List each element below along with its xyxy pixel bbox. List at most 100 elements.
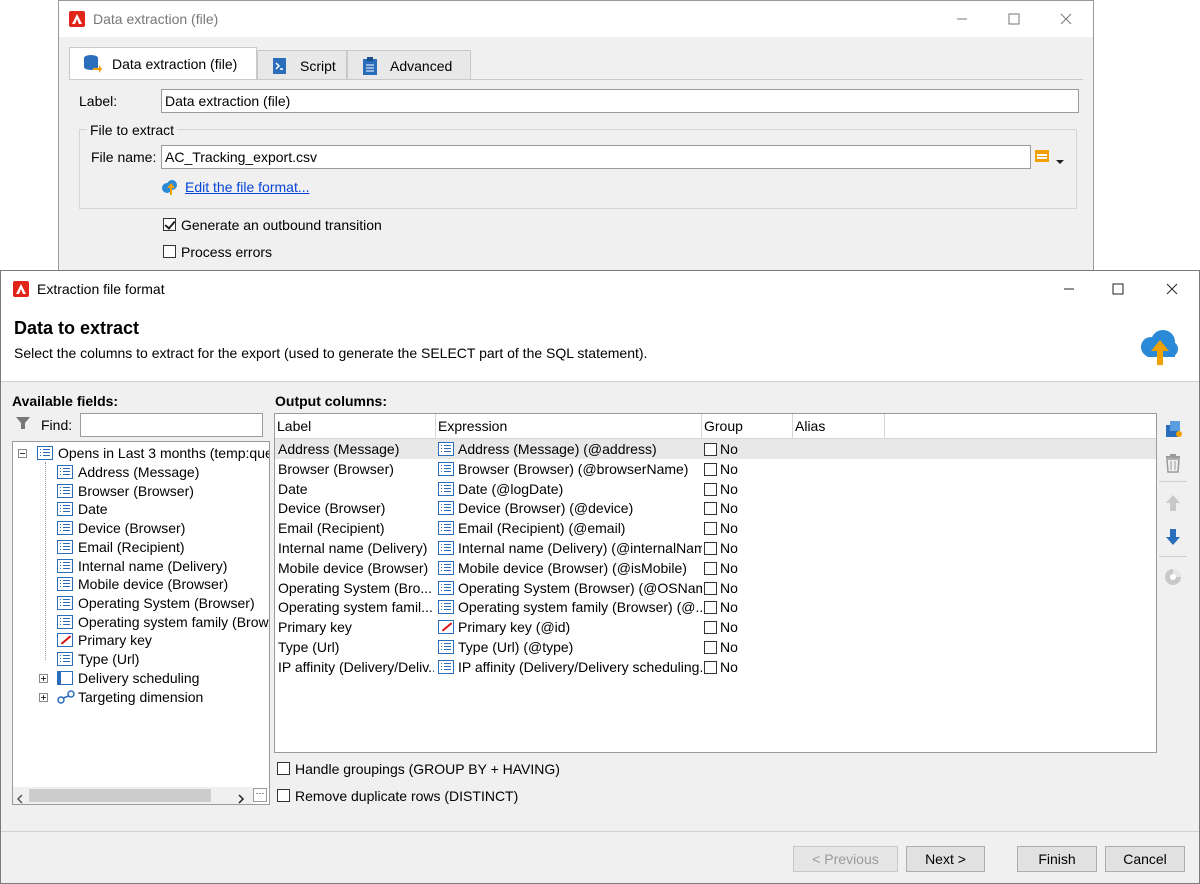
tree-field[interactable]: Operating system family (Brow — [57, 614, 269, 632]
table-row[interactable]: Internal name (Delivery) Internal name (D… — [275, 538, 1156, 558]
distribution-icon[interactable] — [1161, 565, 1185, 589]
cell-expression: Primary key (@id) — [458, 619, 571, 636]
table-row[interactable]: Device (Browser) Device (Browser) (@devic… — [275, 498, 1156, 518]
more-options-icon[interactable]: ··· — [253, 788, 267, 802]
close-button[interactable] — [1043, 1, 1089, 37]
tree-link-label: Targeting dimension — [78, 689, 204, 705]
group-checkbox[interactable] — [704, 482, 717, 496]
file-name-caption: File name: — [91, 149, 157, 165]
tab-script[interactable]: Script — [257, 50, 347, 80]
remove-duplicates-checkbox[interactable] — [277, 789, 290, 802]
tree-link-label: Delivery scheduling — [78, 670, 200, 686]
tree-field[interactable]: Email (Recipient) — [57, 539, 185, 557]
table-row[interactable]: Email (Recipient) Email (Recipient) (@ema… — [275, 518, 1156, 538]
column-header-alias[interactable]: Alias — [795, 418, 825, 434]
group-checkbox[interactable] — [704, 660, 717, 674]
tree-field[interactable]: Type (Url) — [57, 651, 139, 669]
tree-field[interactable]: Operating System (Browser) — [57, 595, 255, 613]
minimize-button[interactable] — [1046, 271, 1092, 307]
horizontal-scrollbar[interactable] — [13, 787, 253, 804]
tree-field[interactable]: Internal name (Delivery) — [57, 558, 227, 576]
tree-field-label: Date — [78, 501, 108, 517]
scroll-right-icon[interactable] — [237, 791, 245, 804]
list-icon — [57, 521, 73, 535]
expand-toggle[interactable] — [39, 674, 48, 683]
cancel-button[interactable]: Cancel — [1105, 846, 1185, 872]
edit-file-format-link[interactable]: Edit the file format... — [185, 179, 310, 195]
cell-label: Internal name (Delivery) — [278, 540, 428, 556]
list-icon — [438, 659, 454, 674]
group-checkbox[interactable] — [704, 621, 717, 635]
file-name-input[interactable]: AC_Tracking_export.csv — [161, 145, 1031, 169]
tab-label: Script — [300, 57, 336, 74]
scroll-left-icon[interactable] — [16, 791, 24, 804]
adobe-app-icon — [13, 281, 29, 297]
table-row[interactable]: Operating system famil... Operating syste… — [275, 597, 1156, 617]
tree-link[interactable]: Delivery scheduling — [57, 670, 199, 688]
cell-group: No — [720, 480, 738, 497]
group-checkbox[interactable] — [704, 601, 717, 615]
maximize-button[interactable] — [1095, 271, 1141, 307]
tree-field-label: Browser (Browser) — [78, 483, 194, 499]
tab-advanced[interactable]: Advanced — [347, 50, 471, 80]
table-row[interactable]: Type (Url) Type (Url) (@type) No — [275, 637, 1156, 657]
cell-expression: Mobile device (Browser) (@isMobile) — [458, 559, 687, 576]
list-icon — [438, 580, 454, 595]
add-column-icon[interactable] — [1161, 417, 1185, 441]
table-row[interactable]: IP affinity (Delivery/Deliv... IP affinit… — [275, 657, 1156, 677]
expand-toggle[interactable] — [39, 693, 48, 702]
tab-data-extraction[interactable]: Data extraction (file) — [69, 47, 257, 80]
group-checkbox[interactable] — [704, 542, 717, 555]
footer-divider — [1, 831, 1199, 832]
finish-button[interactable]: Finish — [1017, 846, 1097, 872]
move-down-icon[interactable] — [1161, 525, 1185, 549]
column-header-label[interactable]: Label — [277, 418, 311, 434]
collapse-toggle[interactable] — [18, 449, 27, 458]
page-title: Data to extract — [14, 318, 140, 338]
tree-field[interactable]: Address (Message) — [57, 464, 199, 482]
chevron-down-icon[interactable] — [1055, 153, 1065, 164]
table-row[interactable]: Date Date (@logDate) No — [275, 479, 1156, 499]
group-checkbox[interactable] — [704, 462, 717, 476]
group-checkbox[interactable] — [704, 561, 717, 575]
group-checkbox[interactable] — [704, 443, 717, 456]
table-row[interactable]: Mobile device (Browser) Mobile device (Br… — [275, 558, 1156, 578]
tree-root[interactable]: Opens in Last 3 months (temp:que — [37, 445, 269, 463]
previous-button[interactable]: < Previous — [793, 846, 898, 872]
cell-expression: Internal name (Delivery) (@internalNam — [458, 540, 702, 556]
output-columns-label: Output columns: — [275, 393, 387, 409]
minimize-button[interactable] — [939, 1, 985, 37]
move-up-icon[interactable] — [1161, 491, 1185, 515]
tree-field[interactable]: Date — [57, 501, 108, 519]
column-header-group[interactable]: Group — [704, 418, 743, 434]
tree-field-label: Email (Recipient) — [78, 539, 185, 555]
column-header-expression[interactable]: Expression — [438, 418, 507, 434]
maximize-button[interactable] — [991, 1, 1037, 37]
group-checkbox[interactable] — [704, 581, 717, 595]
label-input[interactable]: Data extraction (file) — [161, 89, 1079, 113]
cell-group: No — [720, 658, 738, 675]
generate-transition-checkbox[interactable] — [163, 218, 176, 231]
scroll-thumb[interactable] — [29, 789, 211, 802]
process-errors-checkbox[interactable] — [163, 245, 176, 258]
file-browse-icon[interactable] — [1035, 149, 1055, 165]
table-row[interactable]: Primary key Primary key (@id) No — [275, 617, 1156, 637]
delete-icon[interactable] — [1161, 451, 1185, 475]
handle-groupings-checkbox[interactable] — [277, 762, 290, 775]
group-checkbox[interactable] — [704, 502, 717, 516]
tree-field[interactable]: Mobile device (Browser) — [57, 576, 228, 594]
table-row[interactable]: Operating System (Bro... Operating System… — [275, 578, 1156, 598]
next-button[interactable]: Next > — [906, 846, 985, 872]
tree-field[interactable]: Browser (Browser) — [57, 483, 194, 501]
tree-link[interactable]: Targeting dimension — [57, 689, 203, 707]
group-checkbox[interactable] — [704, 641, 717, 654]
table-row[interactable]: Browser (Browser) Browser (Browser) (@bro… — [275, 459, 1156, 479]
tree-field[interactable]: Device (Browser) — [57, 520, 185, 538]
close-button[interactable] — [1149, 271, 1195, 307]
tree-field[interactable]: Primary key — [57, 632, 152, 650]
tree-field-label: Type (Url) — [78, 651, 140, 667]
table-row[interactable]: Address (Message) Address (Message) (@add… — [275, 439, 1156, 459]
file-to-extract-group — [79, 129, 1077, 209]
find-input[interactable] — [80, 413, 263, 437]
group-checkbox[interactable] — [704, 522, 717, 536]
